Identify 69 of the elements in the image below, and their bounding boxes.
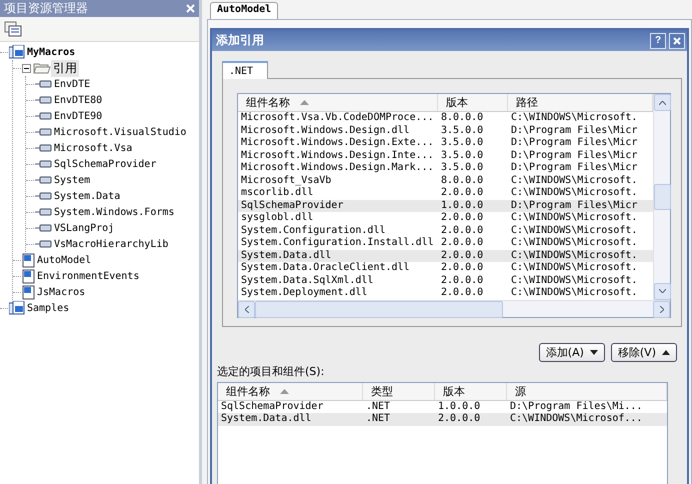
column-header[interactable]: 类型	[363, 382, 435, 400]
help-button[interactable]: ?	[650, 32, 666, 48]
properties-icon[interactable]	[4, 21, 22, 37]
column-header[interactable]: 版本	[438, 94, 508, 111]
caret-up-icon	[662, 350, 670, 354]
close-button[interactable]	[669, 32, 685, 48]
column-header[interactable]: 源	[507, 382, 667, 400]
tree-item[interactable]: SqlSchemaProvider	[52, 158, 158, 170]
tree-item[interactable]: 引用	[51, 60, 79, 76]
table-row[interactable]: SqlSchemaProvider 1.0.0.0 D:\Program Files\Micr	[238, 200, 653, 212]
reference-icon	[35, 192, 52, 200]
module-icon	[22, 252, 35, 268]
scroll-thumb[interactable]	[255, 300, 503, 318]
close-icon[interactable]	[186, 4, 195, 13]
scroll-left-icon[interactable]	[244, 306, 248, 312]
tree-item[interactable]: Samples	[25, 302, 72, 314]
list-label: 选定的项目和组件(S):	[217, 364, 326, 378]
tree-item[interactable]: Microsoft.Vsa	[52, 142, 134, 154]
column-header[interactable]: 组件名称	[238, 94, 438, 111]
reference-icon	[35, 144, 52, 152]
reference-icon	[35, 128, 52, 136]
reference-icon	[35, 240, 52, 248]
action-button[interactable]: 移除(V)	[610, 342, 677, 362]
reference-icon	[35, 176, 52, 184]
horizontal-scrollbar[interactable]	[238, 300, 670, 316]
vertical-scrollbar[interactable]	[653, 94, 670, 300]
table-row[interactable]: System.Data.dll 2.0.0.0 C:\WINDOWS\Microsoft.	[238, 250, 653, 262]
tree-item[interactable]: EnvDTE	[52, 78, 92, 90]
dialog-title: 添加引用	[216, 32, 264, 49]
dialog-tab[interactable]: .NET	[222, 61, 268, 79]
tree-item[interactable]: EnvDTE90	[52, 110, 104, 122]
tree-item[interactable]: VsMacroHierarchyLib	[52, 238, 170, 250]
editor-tab[interactable]: AutoModel	[210, 2, 278, 19]
tree-item[interactable]: AutoModel	[35, 254, 94, 266]
reference-icon	[35, 224, 52, 232]
action-button[interactable]: 添加(A)	[538, 342, 605, 362]
tree-item[interactable]: System.Data	[52, 190, 122, 202]
tree-item[interactable]: System	[52, 174, 92, 186]
column-header[interactable]: 版本	[435, 382, 507, 400]
tree-item[interactable]: System.Windows.Forms	[52, 206, 176, 218]
panel-title: 项目资源管理器	[4, 0, 88, 17]
reference-icon	[35, 112, 52, 120]
tree-item[interactable]: JsMacros	[35, 286, 88, 298]
scroll-down-icon[interactable]	[659, 289, 666, 293]
reference-icon	[35, 160, 52, 168]
column-header[interactable]: 组件名称	[218, 382, 363, 400]
table-row[interactable]: SqlSchemaProvider .NET 1.0.0.0 D:\Program Files\Mi...	[218, 400, 667, 413]
folder-icon	[33, 62, 51, 74]
tree-item[interactable]: VSLangProj	[52, 222, 116, 234]
sort-icon	[280, 388, 289, 394]
tree-item[interactable]: Microsoft.VisualStudio	[52, 126, 188, 138]
reference-icon	[35, 80, 52, 88]
module-icon	[22, 284, 35, 300]
scroll-up-icon[interactable]	[659, 100, 666, 104]
tree-item[interactable]: EnvDTE80	[52, 94, 104, 106]
reference-icon	[35, 208, 52, 216]
table-row[interactable]: System.Data.dll .NET 2.0.0.0 C:\WINDOWS\Microsof...	[218, 413, 667, 426]
reference-icon	[35, 96, 52, 104]
caret-down-icon	[590, 350, 598, 354]
scroll-thumb[interactable]	[654, 184, 671, 210]
tree-item[interactable]: MyMacros	[25, 46, 78, 58]
project-icon	[9, 301, 25, 315]
sort-icon	[300, 100, 309, 105]
tree-item[interactable]: EnvironmentEvents	[35, 270, 142, 282]
close-icon	[673, 36, 681, 44]
project-icon	[9, 45, 25, 59]
module-icon	[22, 268, 35, 284]
scroll-right-icon[interactable]	[660, 306, 664, 312]
collapse-icon[interactable]	[22, 64, 31, 72]
